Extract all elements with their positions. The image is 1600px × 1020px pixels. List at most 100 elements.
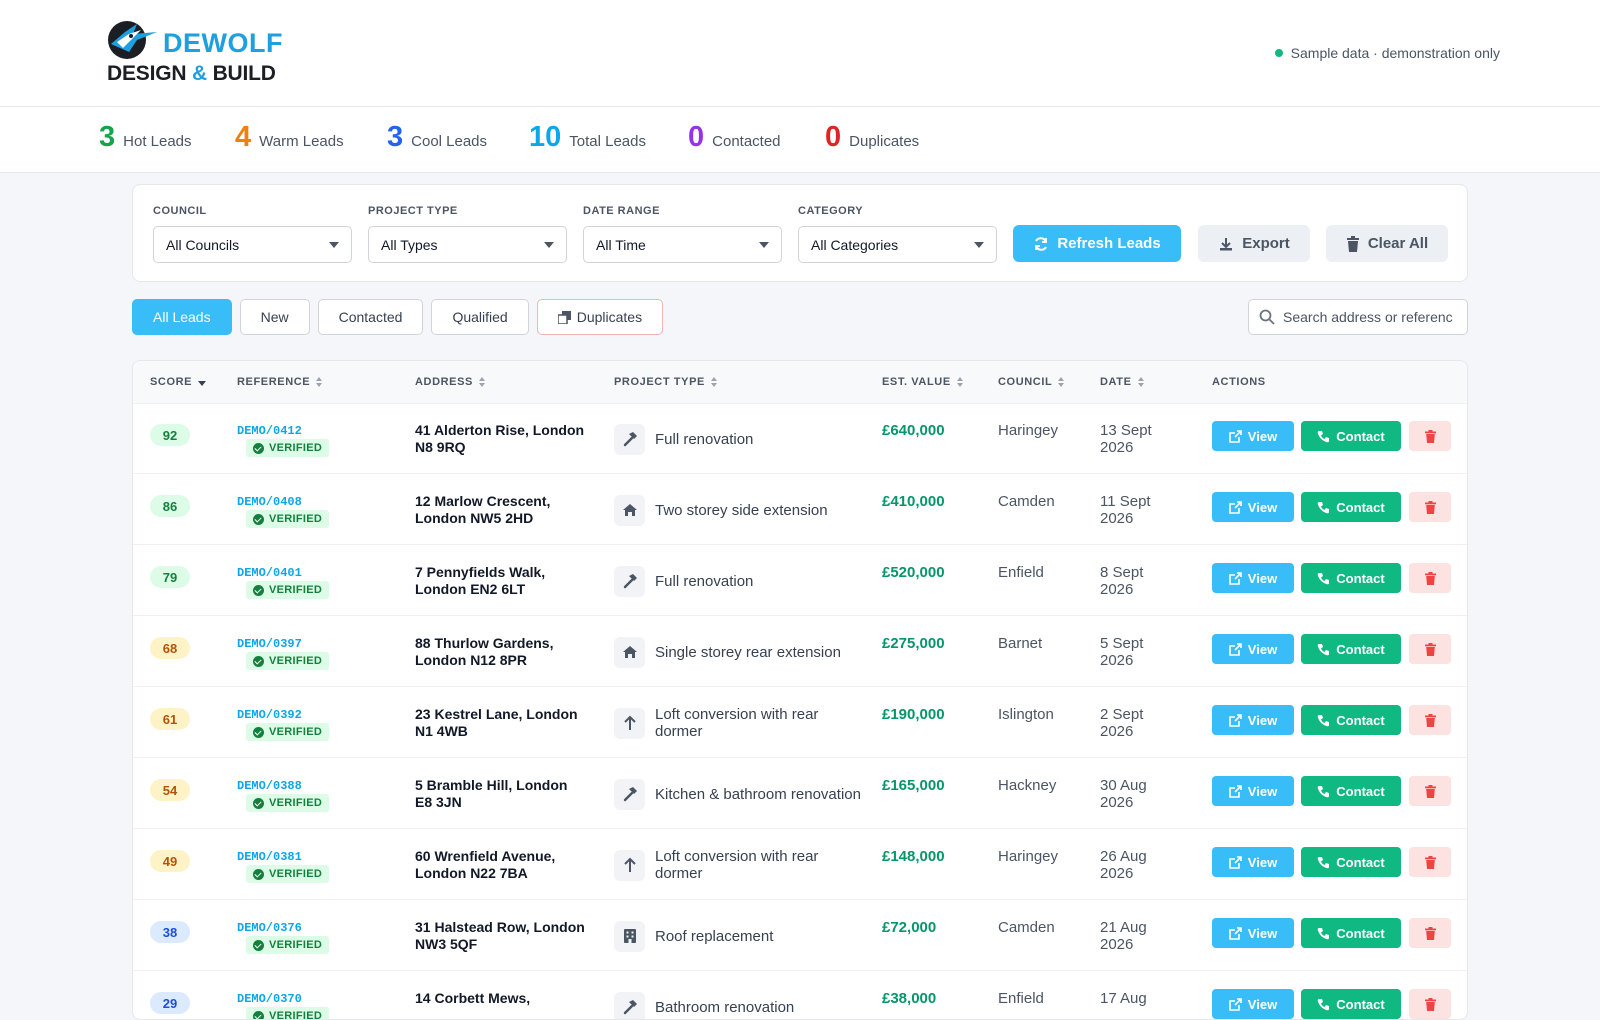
view-button[interactable]: View [1212,776,1294,806]
delete-button[interactable] [1409,421,1451,451]
estimated-value: £190,000 [882,706,945,723]
phone-icon [1317,430,1330,443]
column-header-date[interactable]: DATE [1100,376,1144,388]
score-badge: 79 [150,566,190,588]
sort-desc-icon [198,381,206,386]
view-button[interactable]: View [1212,705,1294,735]
contact-button[interactable]: Contact [1301,634,1401,664]
column-header-project-type[interactable]: PROJECT TYPE [614,376,717,388]
column-header-label: PROJECT TYPE [614,376,705,388]
verified-badge: VERIFIED [246,510,329,528]
contact-button[interactable]: Contact [1301,918,1401,948]
refresh-leads-button[interactable]: Refresh Leads [1013,225,1181,262]
stat-duplicates: 0Duplicates [825,121,919,154]
view-button[interactable]: View [1212,563,1294,593]
trash-icon [1425,785,1436,798]
reference-link[interactable]: DEMO/0392 [237,708,302,722]
view-button[interactable]: View [1212,918,1294,948]
project-type-text: Roof replacement [655,928,773,945]
check-circle-icon [253,1011,264,1020]
estimated-value: £640,000 [882,422,945,439]
council-text: Haringey [998,848,1058,865]
delete-button[interactable] [1409,918,1451,948]
reference-link[interactable]: DEMO/0376 [237,921,302,935]
reference-link[interactable]: DEMO/0370 [237,992,302,1006]
contact-button[interactable]: Contact [1301,776,1401,806]
project-type-select[interactable]: All Types [368,226,567,263]
table-row: 92DEMO/0412VERIFIED41 Alderton Rise, Lon… [133,404,1468,474]
tab-label: Qualified [452,309,507,325]
verified-label: VERIFIED [269,655,322,667]
delete-button[interactable] [1409,492,1451,522]
contact-button[interactable]: Contact [1301,989,1401,1019]
tab-all-leads[interactable]: All Leads [132,299,232,335]
delete-button[interactable] [1409,776,1451,806]
estimated-value: £165,000 [882,777,945,794]
top-header: DEWOLF DESIGN & BUILD Sample data · demo… [0,0,1600,107]
contact-button[interactable]: Contact [1301,705,1401,735]
chevron-down-icon [759,242,769,248]
estimated-value: £275,000 [882,635,945,652]
council-select[interactable]: All Councils [153,226,352,263]
verified-badge: VERIFIED [246,794,329,812]
view-button[interactable]: View [1212,847,1294,877]
trash-icon [1346,236,1360,252]
tab-new[interactable]: New [240,299,310,335]
stat-hot-leads: 3Hot Leads [99,121,192,154]
contact-button[interactable]: Contact [1301,847,1401,877]
delete-button[interactable] [1409,847,1451,877]
reference-link[interactable]: DEMO/0412 [237,424,302,438]
date-range-select[interactable]: All Time [583,226,782,263]
view-button[interactable]: View [1212,634,1294,664]
date-text: 17 Aug [1100,990,1180,1007]
trash-icon [1425,927,1436,940]
brand-logo[interactable]: DEWOLF DESIGN & BUILD [107,18,267,86]
delete-button[interactable] [1409,989,1451,1019]
address-text: 60 Wrenfield Avenue, London N22 7BA [415,848,585,882]
view-label: View [1248,500,1277,515]
contact-button[interactable]: Contact [1301,421,1401,451]
tab-duplicates[interactable]: Duplicates [537,299,663,335]
view-button[interactable]: View [1212,989,1294,1019]
search-input[interactable] [1283,309,1453,325]
column-header-value[interactable]: EST. VALUE [882,376,963,388]
project-type-text: Loft conversion with rear dormer [655,848,864,882]
delete-button[interactable] [1409,705,1451,735]
contact-button[interactable]: Contact [1301,563,1401,593]
verified-badge: VERIFIED [246,865,329,883]
column-header-reference[interactable]: REFERENCE [237,376,322,388]
stat-value: 4 [235,121,251,154]
external-link-icon [1229,714,1242,727]
category-select[interactable]: All Categories [798,226,997,263]
delete-button[interactable] [1409,634,1451,664]
column-header-score[interactable]: SCORE [150,376,206,388]
table-row: 54DEMO/0388VERIFIED5 Bramble Hill, Londo… [133,759,1468,829]
search-box[interactable] [1248,299,1468,335]
reference-link[interactable]: DEMO/0381 [237,850,302,864]
copy-icon [558,311,571,324]
view-button[interactable]: View [1212,421,1294,451]
reference-link[interactable]: DEMO/0408 [237,495,302,509]
council-text: Camden [998,919,1055,936]
view-button[interactable]: View [1212,492,1294,522]
contact-label: Contact [1336,713,1384,728]
score-badge: 86 [150,495,190,517]
check-circle-icon [253,656,264,667]
tab-qualified[interactable]: Qualified [431,299,528,335]
estimated-value: £410,000 [882,493,945,510]
column-header-address[interactable]: ADDRESS [415,376,485,388]
trash-icon [1425,643,1436,656]
date-range-filter: DATE RANGE All Time [583,205,782,263]
delete-button[interactable] [1409,563,1451,593]
table-row: 61DEMO/0392VERIFIED23 Kestrel Lane, Lond… [133,688,1468,758]
verified-badge: VERIFIED [246,1007,329,1020]
clear-all-button[interactable]: Clear All [1326,225,1448,262]
reference-link[interactable]: DEMO/0401 [237,566,302,580]
contact-button[interactable]: Contact [1301,492,1401,522]
column-header-council[interactable]: COUNCIL [998,376,1064,388]
reference-link[interactable]: DEMO/0397 [237,637,302,651]
export-button[interactable]: Export [1198,225,1310,262]
tab-contacted[interactable]: Contacted [318,299,424,335]
reference-link[interactable]: DEMO/0388 [237,779,302,793]
estimated-value: £520,000 [882,564,945,581]
